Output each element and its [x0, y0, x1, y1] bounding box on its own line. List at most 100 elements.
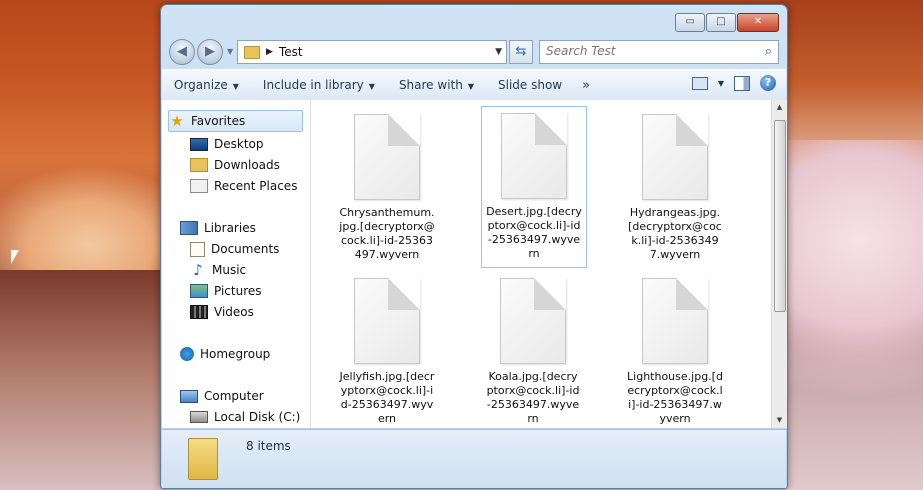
file-item[interactable]: Lighthouse.jpg.[decryptorx@cock.li]-id-2…: [623, 272, 727, 428]
organize-button[interactable]: Organize ▼: [162, 78, 251, 92]
nav-item-homegroup[interactable]: Homegroup: [180, 344, 270, 364]
nav-label: Desktop: [214, 137, 264, 151]
folder-icon: [188, 438, 218, 480]
caption-buttons: ▭ □ ✕: [675, 13, 779, 32]
nav-item-documents[interactable]: Documents: [190, 239, 279, 259]
blank-file-icon: [642, 278, 708, 364]
computer-icon: [180, 389, 198, 403]
file-list: Chrysanthemum.jpg.[decryptorx@cock.li]-i…: [311, 100, 771, 428]
film-strip-icon: [190, 305, 208, 319]
navigation-bar: ◀ ▶ ▼ ▶ Test ▼ ⇆ ⌕: [169, 39, 779, 65]
nav-item-favorites[interactable]: ★ Favorites: [168, 110, 303, 132]
view-options-dropdown-icon[interactable]: ▼: [718, 79, 724, 88]
breadcrumb-test[interactable]: Test: [279, 45, 303, 59]
share-with-label: Share with: [398, 78, 463, 92]
toolbar-right-group: ▼ ?: [691, 75, 776, 91]
nav-label: Pictures: [214, 284, 262, 298]
nav-label: Videos: [214, 305, 254, 319]
scroll-up-icon[interactable]: ▲: [772, 100, 787, 115]
file-item[interactable]: Chrysanthemum.jpg.[decryptorx@cock.li]-i…: [335, 108, 439, 268]
hard-disk-icon: [190, 411, 208, 423]
scroll-down-icon[interactable]: ▼: [772, 413, 787, 428]
breadcrumb-arrow-icon[interactable]: ▶: [266, 47, 273, 57]
nav-label: Favorites: [191, 114, 246, 128]
include-in-library-button[interactable]: Include in library ▼: [251, 78, 387, 92]
search-input[interactable]: [540, 41, 752, 61]
nav-label: Libraries: [204, 221, 256, 235]
preview-pane-icon[interactable]: [734, 75, 750, 91]
nav-label: Documents: [211, 242, 280, 256]
slide-show-button[interactable]: Slide show: [486, 78, 574, 92]
navigation-pane: ★ Favorites Desktop Downloads Recent Pla…: [162, 100, 311, 428]
organize-label: Organize: [174, 78, 228, 92]
chevron-down-icon: ▼: [467, 82, 474, 91]
content-scroll-thumb[interactable]: [774, 120, 786, 312]
desktop-rock-left: [0, 270, 170, 490]
search-box[interactable]: ⌕: [539, 40, 779, 64]
refresh-button[interactable]: ⇆: [509, 40, 533, 64]
search-icon[interactable]: ⌕: [765, 44, 772, 59]
chevron-down-icon: ▼: [368, 82, 375, 91]
star-icon: ★: [170, 112, 184, 130]
address-dropdown-icon[interactable]: ▼: [495, 47, 502, 57]
pictures-icon: [190, 284, 208, 298]
nav-item-libraries[interactable]: Libraries: [180, 218, 256, 238]
file-item[interactable]: Hydrangeas.jpg.[decryptorx@cock.li]-id-2…: [623, 108, 727, 268]
file-item-selected[interactable]: Desert.jpg.[decryptorx@cock.li]-id-25363…: [481, 106, 587, 268]
nav-item-computer[interactable]: Computer: [180, 386, 264, 406]
nav-label: Homegroup: [200, 347, 271, 361]
more-commands-button[interactable]: »: [574, 78, 598, 93]
nav-label: Music: [212, 263, 247, 277]
recent-places-icon: [190, 179, 208, 193]
blank-file-icon: [500, 278, 566, 364]
file-item[interactable]: Koala.jpg.[decryptorx@cock.li]-id-253634…: [481, 272, 585, 428]
nav-item-pictures[interactable]: Pictures: [190, 281, 262, 301]
file-item[interactable]: Jellyfish.jpg.[decryptorx@cock.li]-id-25…: [335, 272, 439, 428]
file-name: Desert.jpg.[decryptorx@cock.li]-id-25363…: [486, 205, 582, 260]
address-bar[interactable]: ▶ Test ▼: [237, 40, 507, 64]
close-button[interactable]: ✕: [737, 13, 779, 32]
command-toolbar: Organize ▼ Include in library ▼ Share with…: [162, 69, 786, 101]
documents-icon: [190, 241, 205, 257]
content-scrollbar[interactable]: ▲ ▼: [771, 100, 787, 428]
file-name: Chrysanthemum.jpg.[decryptorx@cock.li]-i…: [339, 206, 435, 261]
forward-button[interactable]: ▶: [197, 39, 223, 65]
nav-label: Computer: [204, 389, 264, 403]
nav-item-desktop[interactable]: Desktop: [190, 134, 264, 154]
nav-label: Downloads: [214, 158, 280, 172]
maximize-button[interactable]: □: [706, 13, 736, 32]
folder-icon: [244, 45, 260, 59]
explorer-window: ▭ □ ✕ ◀ ▶ ▼ ▶ Test ▼ ⇆ ⌕ Organize ▼ Inclu…: [160, 4, 788, 489]
downloads-folder-icon: [190, 158, 208, 172]
nav-item-recent-places[interactable]: Recent Places: [190, 176, 297, 196]
share-with-button[interactable]: Share with ▼: [387, 78, 486, 92]
file-name: Jellyfish.jpg.[decryptorx@cock.li]-id-25…: [339, 370, 435, 425]
music-note-icon: ♪: [193, 261, 203, 279]
desktop-rock-right: [780, 0, 923, 140]
blank-file-icon: [642, 114, 708, 200]
item-count: 8 items: [246, 439, 291, 453]
nav-item-downloads[interactable]: Downloads: [190, 155, 280, 175]
file-name: Hydrangeas.jpg.[decryptorx@cock.li]-id-2…: [628, 206, 722, 261]
libraries-icon: [180, 221, 198, 235]
change-view-icon[interactable]: [691, 76, 708, 90]
blank-file-icon: [501, 113, 567, 199]
desktop-icon: [190, 137, 208, 151]
nav-label: Recent Places: [214, 179, 298, 193]
blank-file-icon: [354, 114, 420, 200]
back-button[interactable]: ◀: [169, 39, 195, 65]
homegroup-icon: [180, 347, 194, 361]
nav-item-videos[interactable]: Videos: [190, 302, 254, 322]
minimize-button[interactable]: ▭: [675, 13, 705, 32]
file-name: Koala.jpg.[decryptorx@cock.li]-id-253634…: [486, 370, 580, 425]
recent-pages-dropdown-icon[interactable]: ▼: [227, 47, 233, 56]
chevron-down-icon: ▼: [232, 82, 239, 91]
help-icon[interactable]: ?: [760, 75, 776, 91]
blank-file-icon: [354, 278, 420, 364]
include-in-library-label: Include in library: [262, 78, 364, 92]
nav-item-local-disk[interactable]: Local Disk (C:): [190, 407, 300, 427]
nav-label: Local Disk (C:): [214, 410, 301, 424]
file-name: Lighthouse.jpg.[decryptorx@cock.li]-id-2…: [627, 370, 723, 425]
mouse-cursor-icon: [11, 250, 19, 264]
nav-item-music[interactable]: ♪ Music: [190, 260, 246, 280]
